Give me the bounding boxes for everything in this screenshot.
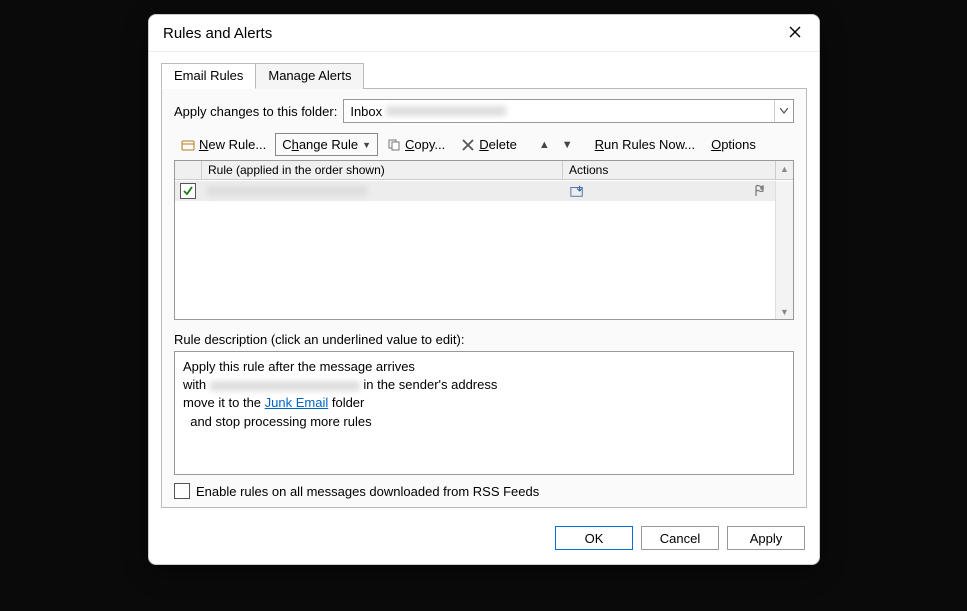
dropdown-arrow-icon: ▼ [362, 140, 371, 150]
rules-list-header: Rule (applied in the order shown) Action… [175, 161, 793, 180]
run-rules-now-button[interactable]: Run Rules Now... [588, 133, 702, 156]
folder-account-blurred [386, 106, 506, 116]
rule-description-label: Rule description (click an underlined va… [174, 332, 794, 347]
rule-checkbox[interactable] [180, 183, 196, 199]
col-actions: Actions [563, 161, 775, 179]
close-button[interactable] [781, 21, 809, 45]
new-rule-button[interactable]: New Rule... [174, 133, 273, 156]
rules-list-body [175, 181, 776, 319]
copy-icon [387, 138, 401, 152]
rules-and-alerts-dialog: Rules and Alerts Email Rules Manage Aler… [148, 14, 820, 565]
folder-selected: Inbox [344, 104, 774, 119]
rule-description: Apply this rule after the message arrive… [174, 351, 794, 475]
col-rule: Rule (applied in the order shown) [202, 161, 563, 179]
col-checkbox [175, 161, 202, 179]
desc-line-2: with in the sender's address [183, 376, 785, 394]
rss-row: Enable rules on all messages downloaded … [174, 483, 794, 499]
folder-selected-text: Inbox [350, 104, 382, 119]
rules-toolbar: New Rule... Change Rule ▼ Copy... Delete… [174, 133, 794, 156]
options-button[interactable]: Options [704, 133, 763, 156]
delete-button[interactable]: Delete [454, 133, 524, 156]
change-rule-button[interactable]: Change Rule ▼ [275, 133, 378, 156]
move-up-button[interactable]: ▲ [534, 136, 555, 154]
folder-combobox[interactable]: Inbox [343, 99, 794, 123]
tab-email-rules[interactable]: Email Rules [161, 63, 256, 89]
new-rule-icon [181, 138, 195, 152]
tab-manage-alerts[interactable]: Manage Alerts [255, 63, 364, 89]
desc-line-3: move it to the Junk Email folder [183, 394, 785, 412]
rule-row[interactable] [175, 181, 776, 201]
titlebar: Rules and Alerts [149, 15, 819, 52]
desc-line-4: and stop processing more rules [183, 413, 785, 431]
chevron-down-icon [774, 100, 793, 122]
rss-checkbox[interactable] [174, 483, 190, 499]
desc-line-1: Apply this rule after the message arrive… [183, 358, 785, 376]
move-to-folder-icon [570, 184, 584, 198]
scroll-down-icon: ▼ [780, 307, 789, 317]
dialog-title: Rules and Alerts [163, 25, 272, 42]
close-icon [789, 25, 801, 42]
ok-button[interactable]: OK [555, 526, 633, 550]
apply-changes-row: Apply changes to this folder: Inbox [174, 99, 794, 123]
cancel-button[interactable]: Cancel [641, 526, 719, 550]
rule-name-blurred [207, 186, 367, 196]
apply-button[interactable]: Apply [727, 526, 805, 550]
rules-list: Rule (applied in the order shown) Action… [174, 160, 794, 320]
tabs: Email Rules Manage Alerts [161, 62, 807, 88]
delete-icon [461, 138, 475, 152]
scroll-up-icon[interactable]: ▲ [775, 161, 793, 179]
rss-label: Enable rules on all messages downloaded … [196, 484, 539, 499]
scrollbar[interactable]: ▼ [775, 181, 793, 319]
panel-email-rules: Apply changes to this folder: Inbox New … [161, 88, 807, 508]
junk-email-link[interactable]: Junk Email [265, 395, 329, 410]
copy-button[interactable]: Copy... [380, 133, 452, 156]
stop-processing-icon [752, 184, 766, 198]
move-down-button[interactable]: ▼ [557, 136, 578, 154]
apply-changes-label: Apply changes to this folder: [174, 104, 337, 119]
dialog-footer: OK Cancel Apply [149, 518, 819, 564]
sender-address-blurred-link[interactable] [210, 381, 360, 391]
